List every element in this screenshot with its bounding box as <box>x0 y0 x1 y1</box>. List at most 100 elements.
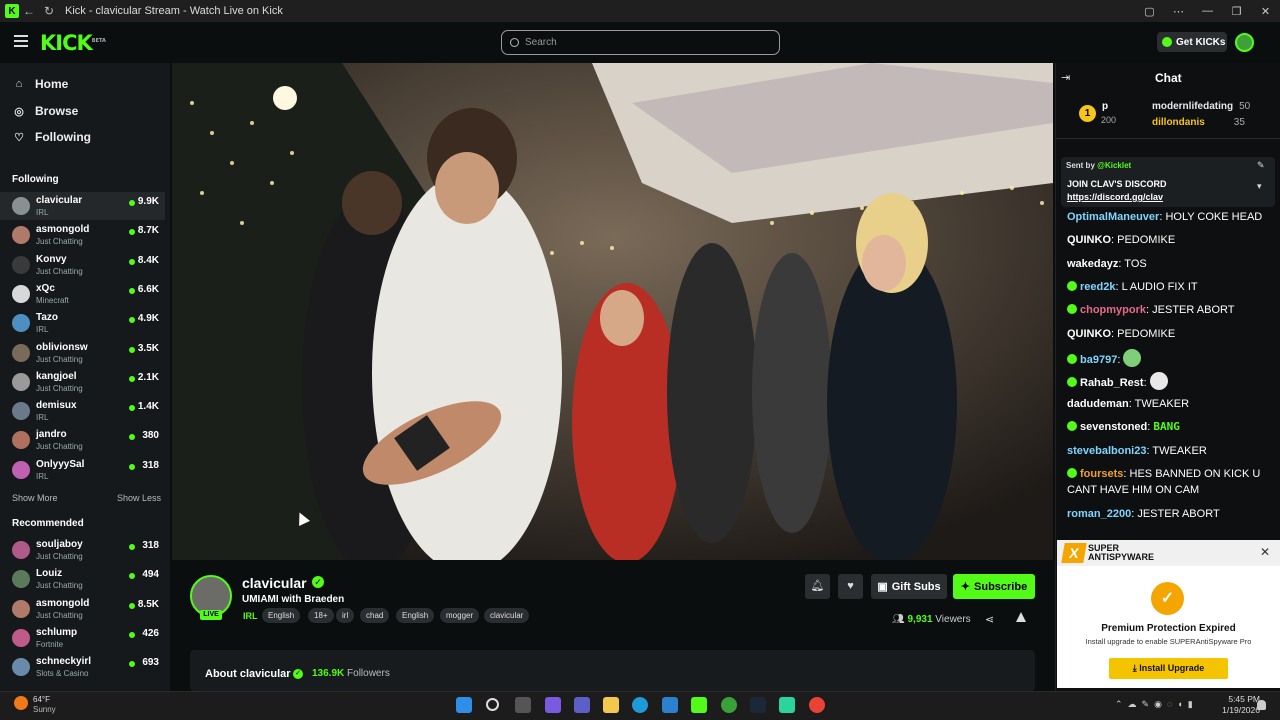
chat-username[interactable]: Rahab_Rest <box>1080 377 1144 389</box>
chat-username[interactable]: QUINKO <box>1067 234 1111 246</box>
sidebar-item-home[interactable]: ⌂ Home <box>13 74 69 94</box>
sidebar-item-following[interactable]: ♡ Following <box>13 127 91 147</box>
pinned-link[interactable]: https://discord.gg/clav <box>1067 192 1163 202</box>
stream-category-link[interactable]: IRL <box>243 611 258 621</box>
follow-button[interactable]: ♥ <box>838 574 863 599</box>
search-icon[interactable] <box>486 698 499 711</box>
install-upgrade-button[interactable]: ⤓ Install Upgrade <box>1109 658 1228 679</box>
app-icon[interactable] <box>779 697 795 713</box>
channel-list-item[interactable]: asmongold Just Chatting 8.7K <box>0 221 165 249</box>
chat-message: reed2k: L AUDIO FIX IT <box>1067 279 1272 295</box>
sidebar-item-browse[interactable]: ◎ Browse <box>13 101 78 121</box>
teams-icon[interactable] <box>574 697 590 713</box>
chat-username[interactable]: roman_2200 <box>1067 508 1131 520</box>
clock-time: 5:45 PM <box>1228 694 1260 704</box>
chat-username[interactable]: wakedayz <box>1067 258 1118 270</box>
chat-username[interactable]: stevebalboni23 <box>1067 445 1146 457</box>
system-tray[interactable]: ⌃ ☁ ✎ ◉ ◌ ◖ ▮ <box>1115 699 1193 710</box>
back-icon[interactable]: ← <box>19 4 39 18</box>
gift-subs-button[interactable]: ▣ Gift Subs <box>871 574 947 599</box>
subscribe-button[interactable]: ✦ Subscribe <box>953 574 1035 599</box>
leader-third-name[interactable]: dillondanis 35 <box>1152 117 1245 128</box>
share-icon[interactable]: ⋖ <box>985 613 994 626</box>
steam-icon[interactable] <box>750 697 766 713</box>
reload-icon[interactable]: ↻ <box>39 4 59 18</box>
channel-name: asmongold <box>36 224 90 236</box>
bang-emote-icon: BANG <box>1153 420 1180 433</box>
channel-list-item[interactable]: Tazo IRL 4.9K <box>0 309 165 337</box>
xbox-icon[interactable] <box>721 697 737 713</box>
channel-list-item[interactable]: asmongold Just Chatting 8.5K <box>0 595 165 623</box>
copilot-icon[interactable] <box>545 697 561 713</box>
notification-bell-icon[interactable] <box>1257 700 1266 710</box>
taskbar-clock[interactable]: 5:45 PM 1/19/2026 <box>1216 694 1260 716</box>
stream-tag[interactable]: 18+ <box>308 608 334 623</box>
channel-list-item[interactable]: clavicular IRL 9.9K <box>0 192 165 220</box>
channel-list-item[interactable]: souljaboy Just Chatting 318 <box>0 536 165 564</box>
channel-category: Just Chatting <box>36 383 83 393</box>
channel-list-item[interactable]: schlump Fortnite 426 <box>0 624 165 652</box>
pin-icon[interactable]: ✎ <box>1257 160 1265 171</box>
sidebar-item-label: Following <box>35 130 91 144</box>
restore-button[interactable]: ❐ <box>1222 5 1251 18</box>
channel-list-item[interactable]: schneckyirl Slots & Casino 693 <box>0 653 165 681</box>
close-button[interactable]: ✕ <box>1251 5 1280 18</box>
chat-username[interactable]: reed2k <box>1080 281 1115 293</box>
leader-first-name[interactable]: p <box>1102 101 1108 112</box>
stream-tag[interactable]: English <box>262 608 301 623</box>
chat-message: QUINKO: PEDOMIKE <box>1067 328 1176 340</box>
show-more-button[interactable]: Show More <box>12 493 58 503</box>
stream-tag[interactable]: clavicular <box>484 608 530 623</box>
channel-list-item[interactable]: Louiz Just Chatting 494 <box>0 565 165 593</box>
chat-username[interactable]: OptimalManeuver <box>1067 211 1159 223</box>
channel-list-item[interactable]: xQc Minecraft 6.6K <box>0 280 165 308</box>
get-kicks-button[interactable]: Get KICKs <box>1157 32 1227 52</box>
report-icon[interactable] <box>1016 612 1026 622</box>
popup-close-icon[interactable]: ✕ <box>1260 545 1270 559</box>
channel-list-item[interactable]: jandro Just Chatting 380 <box>0 426 165 454</box>
show-less-button[interactable]: Show Less <box>117 493 161 503</box>
kick-app-icon[interactable] <box>691 697 707 713</box>
chevron-down-icon[interactable]: ▾ <box>1257 181 1262 192</box>
channel-list-item[interactable]: oblivionsw Just Chatting 3.5K <box>0 339 165 367</box>
leader-second-name[interactable]: modernlifedating 50 <box>1152 101 1250 112</box>
weather-icon[interactable] <box>14 696 28 710</box>
clock-date: 1/19/2026 <box>1222 705 1260 715</box>
channel-list-item[interactable]: OnlyyySal IRL 318 <box>0 456 165 484</box>
channel-name: demisux <box>36 400 77 412</box>
channel-list-item[interactable]: Konvy Just Chatting 8.4K <box>0 251 165 279</box>
stream-tag[interactable]: irl <box>336 608 355 623</box>
chrome-icon[interactable] <box>809 697 825 713</box>
notification-bell-button[interactable]: 🔔︎ <box>805 574 830 599</box>
stream-tag[interactable]: chad <box>360 608 390 623</box>
chat-username[interactable]: dadudeman <box>1067 398 1129 410</box>
app-icon[interactable]: ▢ <box>1135 5 1164 18</box>
edge-icon[interactable] <box>632 697 648 713</box>
minimize-button[interactable]: — <box>1193 5 1222 17</box>
chat-username[interactable]: foursets <box>1080 468 1123 480</box>
task-view-icon[interactable] <box>515 697 531 713</box>
search-input[interactable]: Search <box>501 30 780 55</box>
live-dot-icon <box>129 375 135 382</box>
viewer-count: 👥︎ 9,931 Viewers <box>892 614 971 625</box>
hamburger-menu-icon[interactable] <box>14 35 28 47</box>
stream-tag[interactable]: English <box>396 608 435 623</box>
channel-list-item[interactable]: demisux IRL 1.4K <box>0 397 165 425</box>
chat-username[interactable]: QUINKO <box>1067 328 1111 340</box>
file-explorer-icon[interactable] <box>603 697 619 713</box>
live-dot-icon <box>129 434 135 441</box>
channel-name[interactable]: clavicular <box>242 575 307 591</box>
windows-start-icon[interactable] <box>456 697 472 713</box>
stream-tag[interactable]: mogger <box>440 608 480 623</box>
viewer-count-label: Viewers <box>935 614 971 625</box>
user-avatar[interactable] <box>1235 33 1254 52</box>
video-player[interactable] <box>172 63 1053 560</box>
chat-username[interactable]: chopmypork <box>1080 304 1146 316</box>
mail-icon[interactable] <box>662 697 678 713</box>
chat-username[interactable]: sevenstoned <box>1080 421 1147 433</box>
collapse-chat-icon[interactable]: ⇥ <box>1061 71 1070 84</box>
channel-list-item[interactable]: kangjoel Just Chatting 2.1K <box>0 368 165 396</box>
more-icon[interactable]: ⋯ <box>1164 5 1193 18</box>
chat-username[interactable]: ba9797 <box>1080 354 1117 366</box>
kick-logo[interactable]: KICKBETA <box>40 31 106 55</box>
